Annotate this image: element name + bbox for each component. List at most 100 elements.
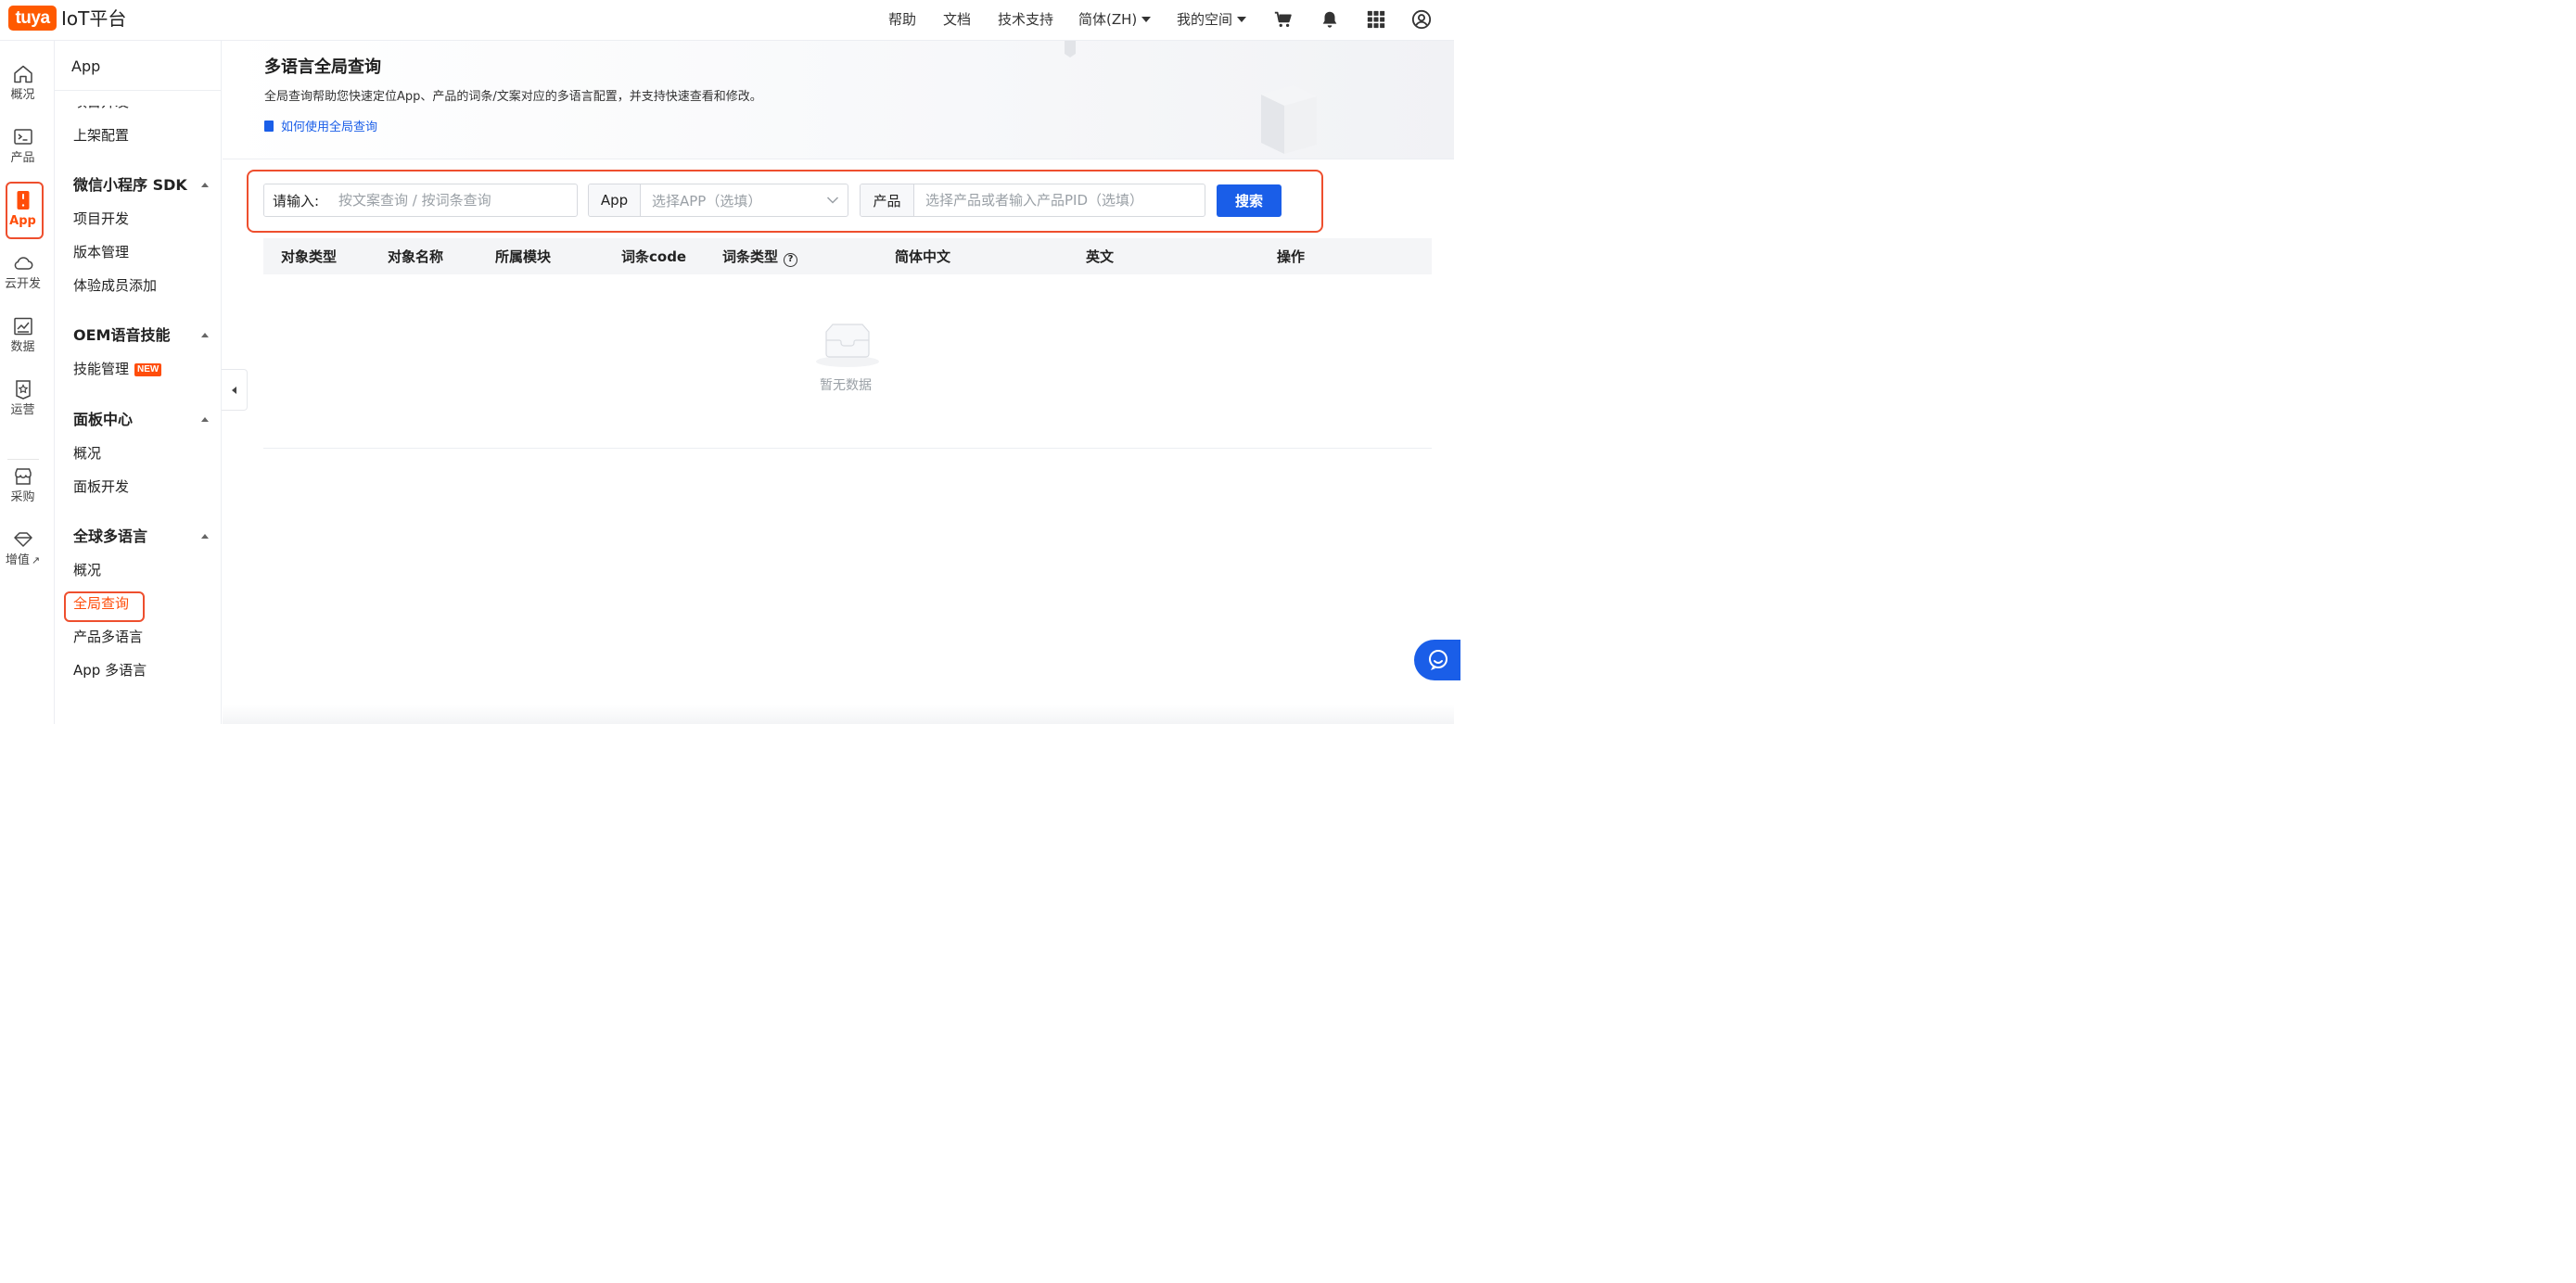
- empty-inbox-icon: [816, 324, 879, 367]
- sidebar-item-product-i18n[interactable]: 产品多语言: [73, 628, 143, 646]
- column-header: 对象名称: [388, 248, 444, 265]
- chat-support-button[interactable]: [1414, 640, 1460, 680]
- rail-label-text: 增值: [5, 553, 30, 567]
- rail-item-overview[interactable]: 概况: [0, 63, 45, 109]
- user-avatar-icon[interactable]: [1411, 9, 1432, 30]
- document-icon: [264, 121, 274, 132]
- item-label: 技能管理: [73, 361, 130, 377]
- rail-item-operations[interactable]: 运营: [0, 378, 45, 425]
- workspace-dropdown[interactable]: 我的空间: [1177, 10, 1247, 29]
- sidebar-item-testers[interactable]: 体验成员添加: [73, 276, 157, 295]
- column-header: 词条code: [621, 248, 687, 265]
- language-label: 简体(ZH): [1078, 11, 1138, 28]
- primary-nav-rail: 概况 产品 App 云开发 数据 运营 采购 增值 ↗: [0, 41, 55, 724]
- table-bottom-border: [263, 448, 1432, 449]
- store-icon: [14, 468, 32, 485]
- page-header: 多语言全局查询 全局查询帮助您快速定位App、产品的词条/文案对应的多语言配置，…: [223, 41, 1454, 159]
- rail-item-data[interactable]: 数据: [0, 315, 45, 362]
- platform-title[interactable]: IoT平台: [61, 6, 126, 31]
- decorative-cube-icon: [1065, 41, 1076, 57]
- sidebar-group-global-i18n[interactable]: 全球多语言: [73, 527, 209, 546]
- rail-label: 采购: [10, 490, 35, 504]
- diamond-icon: [13, 532, 32, 547]
- product-label: 产品: [861, 184, 914, 216]
- sidebar-item-listing[interactable]: 上架配置: [73, 126, 129, 145]
- app-select-field: App 选择APP（选填）: [588, 184, 848, 217]
- page-title: 多语言全局查询: [264, 57, 381, 77]
- chevron-down-icon: [1141, 17, 1152, 22]
- column-header: 操作: [1277, 248, 1306, 265]
- group-title: 全球多语言: [73, 527, 148, 545]
- sidebar-group-panel-center[interactable]: 面板中心: [73, 411, 209, 429]
- sidebar-collapse-toggle[interactable]: [222, 369, 248, 411]
- page-description: 全局查询帮助您快速定位App、产品的词条/文案对应的多语言配置，并支持快速查看和…: [264, 90, 762, 104]
- sidebar-item-panel-dev[interactable]: 面板开发: [73, 477, 129, 496]
- search-button[interactable]: 搜索: [1217, 184, 1282, 217]
- keyword-input[interactable]: [327, 184, 577, 216]
- topnav-docs[interactable]: 文档: [943, 10, 971, 29]
- page-bottom-shade: [223, 705, 1454, 724]
- rail-item-procurement[interactable]: 采购: [0, 465, 45, 512]
- rail-app-highlight: [6, 182, 44, 239]
- apps-grid-icon[interactable]: [1366, 9, 1386, 30]
- question-icon[interactable]: ?: [784, 253, 798, 267]
- column-header: 所属模块: [495, 248, 552, 265]
- home-icon: [13, 65, 32, 83]
- product-search-field: 产品: [860, 184, 1205, 217]
- empty-state-text: 暂无数据: [820, 378, 872, 393]
- column-header: 简体中文: [895, 248, 951, 265]
- tuya-logo[interactable]: tuya: [8, 6, 57, 31]
- chat-bubble-icon: [1429, 650, 1447, 670]
- rail-item-cloud-dev[interactable]: 云开发: [0, 252, 45, 299]
- topnav-help[interactable]: 帮助: [888, 10, 916, 29]
- rail-label: 增值 ↗: [0, 553, 45, 568]
- decorative-cube-icon: [1261, 85, 1317, 154]
- cart-icon[interactable]: [1273, 9, 1294, 30]
- app-select[interactable]: 选择APP（选填）: [641, 184, 823, 216]
- column-header: 词条类型: [722, 248, 779, 265]
- chevron-up-icon: [201, 534, 209, 539]
- rail-divider: [7, 459, 39, 460]
- keyword-search-field: 请输入:: [263, 184, 578, 217]
- keyword-label: 请输入:: [264, 184, 327, 216]
- sidebar-item-version-mgmt[interactable]: 版本管理: [73, 243, 129, 261]
- sidebar-group-oem-voice[interactable]: OEM语音技能: [73, 326, 209, 345]
- star-badge-icon: [15, 380, 31, 400]
- language-dropdown[interactable]: 简体(ZH): [1078, 10, 1152, 29]
- secondary-sidebar: App 项目开发 上架配置 微信小程序 SDK 项目开发 版本管理 体验成员添加…: [55, 41, 222, 724]
- group-title: 面板中心: [73, 411, 134, 428]
- rail-label: 运营: [10, 403, 35, 417]
- workspace-label: 我的空间: [1177, 11, 1233, 28]
- new-badge: NEW: [134, 363, 162, 376]
- column-header-with-help: 词条类型?: [722, 248, 798, 267]
- help-doc-link[interactable]: 如何使用全局查询: [264, 120, 377, 136]
- rail-label: 概况: [10, 88, 35, 102]
- rail-label: 产品: [10, 151, 35, 165]
- rail-label: 数据: [10, 340, 35, 354]
- chevron-left-icon: [232, 387, 236, 394]
- sidebar-item-panel-overview[interactable]: 概况: [73, 444, 101, 463]
- column-header: 英文: [1086, 248, 1115, 265]
- topnav-support[interactable]: 技术支持: [998, 10, 1053, 29]
- cloud-icon: [14, 257, 32, 270]
- sidebar-item-skill-mgmt[interactable]: 技能管理 NEW: [73, 360, 162, 378]
- terminal-icon: [13, 129, 32, 145]
- chart-icon: [13, 317, 32, 336]
- app-label: App: [589, 184, 641, 216]
- sidebar-item-app-i18n[interactable]: App 多语言: [73, 661, 147, 680]
- external-link-icon: ↗: [31, 554, 41, 566]
- sidebar-item-i18n-overview[interactable]: 概况: [73, 561, 101, 579]
- rail-item-product[interactable]: 产品: [0, 126, 45, 172]
- sidebar-item-project-dev[interactable]: 项目开发: [73, 210, 129, 228]
- sidebar-group-wechat-sdk[interactable]: 微信小程序 SDK: [73, 176, 209, 195]
- column-header: 对象类型: [281, 248, 338, 265]
- rail-item-value-added[interactable]: 增值 ↗: [0, 528, 45, 575]
- chevron-down-icon: [1237, 17, 1247, 22]
- product-input[interactable]: [914, 184, 1205, 216]
- group-title: 微信小程序 SDK: [73, 176, 187, 194]
- chevron-down-icon[interactable]: [823, 184, 842, 216]
- bell-icon[interactable]: [1320, 9, 1340, 30]
- chevron-up-icon: [201, 183, 209, 187]
- chevron-up-icon: [201, 333, 209, 337]
- chevron-up-icon: [201, 417, 209, 422]
